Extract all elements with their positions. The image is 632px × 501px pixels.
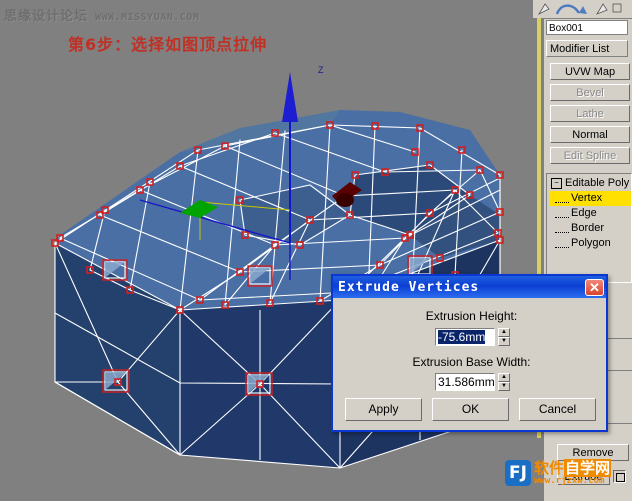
modifier-button-bevel[interactable]: Bevel: [550, 84, 630, 101]
stack-subobject-label: Edge: [571, 207, 597, 219]
stack-item-label: Editable Poly: [565, 177, 630, 189]
tree-line-icon: [555, 194, 569, 203]
dialog-title-bar[interactable]: Extrude Vertices ✕: [333, 276, 606, 298]
tree-line-icon: [555, 209, 569, 218]
watermark-site-url: WWW.MISSYUAN.COM: [95, 12, 200, 23]
stack-subobject-vertex[interactable]: Vertex: [549, 191, 631, 206]
panel-toolbar[interactable]: [533, 0, 632, 19]
spinner-up-icon[interactable]: ▲: [498, 328, 510, 337]
stack-expand-toggle[interactable]: −: [551, 177, 562, 189]
settings-box-icon[interactable]: [613, 470, 626, 483]
ok-button[interactable]: OK: [432, 398, 509, 421]
toolbar-icons: [537, 3, 622, 15]
modifier-stack[interactable]: − Editable Poly Vertex Edge Border Polygo…: [546, 173, 632, 283]
stack-subobject-label: Vertex: [571, 192, 603, 204]
spinner-up-icon[interactable]: ▲: [498, 373, 510, 382]
extrusion-height-input[interactable]: -75.6mm: [435, 328, 495, 346]
watermark-bottom-right: FJ 软件自学网 www.rjzxw.com: [505, 458, 612, 486]
dialog-title-text: Extrude Vertices: [338, 279, 480, 295]
extrusion-base-width-spinner[interactable]: ▲ ▼: [498, 373, 510, 391]
close-icon[interactable]: ✕: [585, 278, 604, 296]
watermark-name-b: 自学网: [564, 458, 612, 477]
watermark-bottom-url: www.rjzxw.com: [534, 475, 605, 486]
cancel-button[interactable]: Cancel: [519, 398, 596, 421]
stack-subobject-label: Border: [571, 222, 605, 234]
extrusion-base-width-input[interactable]: 31.586mm: [435, 373, 495, 391]
modifier-button-lathe[interactable]: Lathe: [550, 105, 630, 122]
spinner-down-icon[interactable]: ▼: [498, 382, 510, 391]
modifier-button-uvw-map[interactable]: UVW Map: [550, 63, 630, 80]
extrude-vertices-dialog[interactable]: Extrude Vertices ✕ Extrusion Height: -75…: [331, 274, 608, 432]
modifier-button-normal[interactable]: Normal: [550, 126, 630, 143]
stack-subobject-border[interactable]: Border: [549, 221, 631, 236]
axis-label-z: Z: [318, 65, 324, 75]
modifier-list-dropdown[interactable]: Modifier List: [546, 40, 628, 57]
stack-subobject-edge[interactable]: Edge: [549, 206, 631, 221]
extrusion-height-spinner[interactable]: ▲ ▼: [498, 328, 510, 346]
object-name-field[interactable]: Box001: [546, 20, 628, 35]
stack-item-editable-poly[interactable]: − Editable Poly: [549, 176, 631, 191]
step-annotation: 第6步：选择如图顶点拉伸: [68, 35, 268, 54]
stack-subobject-label: Polygon: [571, 237, 611, 249]
tree-line-icon: [555, 239, 569, 248]
stack-subobject-polygon[interactable]: Polygon: [549, 236, 631, 251]
logo-icon: FJ: [505, 460, 531, 486]
watermark-site-name: 思缘设计论坛: [4, 9, 89, 24]
modifier-button-edit-spline[interactable]: Edit Spline: [550, 147, 630, 164]
watermark-name-a: 软件: [534, 458, 565, 477]
extrusion-height-label: Extrusion Height:: [425, 309, 518, 323]
spinner-down-icon[interactable]: ▼: [498, 337, 510, 346]
extrusion-base-width-label: Extrusion Base Width:: [412, 355, 531, 369]
apply-button[interactable]: Apply: [345, 398, 422, 421]
extrusion-base-width-value: 31.586mm: [438, 375, 495, 389]
watermark-top-left: 思缘设计论坛 WWW.MISSYUAN.COM: [4, 5, 199, 24]
tree-line-icon: [555, 224, 569, 233]
extrusion-height-value: -75.6mm: [438, 330, 486, 344]
